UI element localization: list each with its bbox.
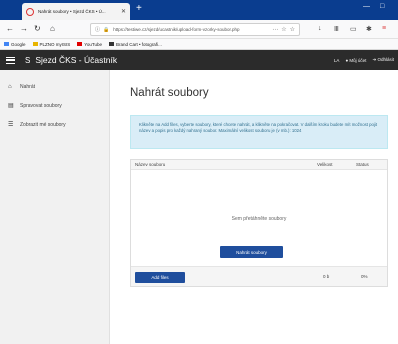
page-actions-icon[interactable]: ··· (272, 27, 278, 33)
sidebar-item-upload[interactable]: ⌂ Nahrát (0, 80, 109, 93)
browser-tab-strip: Nahrát soubory • Sjezd ČKS • Ú... ✕ + — … (0, 0, 398, 20)
total-progress: 0% (361, 274, 368, 279)
address-bar[interactable]: ⓘ 🔒 https://testiwe.cz/sjezd/ucastnik/up… (90, 23, 300, 36)
tab-title: Nahrát soubory • Sjezd ČKS • Ú... (38, 9, 106, 14)
back-icon[interactable]: ← (6, 24, 14, 34)
maximize-icon[interactable]: □ (380, 3, 384, 10)
navigation-bar: ← → ↻ ⌂ ⓘ 🔒 https://testiwe.cz/sjezd/uca… (0, 20, 398, 39)
add-files-button[interactable]: Add files (135, 272, 185, 283)
app-title[interactable]: Sjezd ČKS - Účastník (35, 55, 117, 65)
home-icon[interactable]: ⌂ (50, 24, 55, 34)
sidebar-item-manage-files[interactable]: ▤ Spravovat soubory (0, 99, 109, 112)
language-switch[interactable]: LA (334, 58, 340, 63)
sidebar-item-label: Spravovat soubory (20, 102, 62, 109)
list-icon: ☰ (8, 122, 14, 128)
sidebar-item-label: Zobrazit mé soubory (20, 121, 66, 128)
main-content: Nahrát soubory Klikněte na Add files, vy… (110, 70, 398, 344)
my-account-link[interactable]: ● Můj účet (345, 58, 366, 63)
user-icon: ● (345, 57, 349, 63)
uploader-footer: Add files 0 b 0% (131, 266, 387, 286)
app-header: S Sjezd ČKS - Účastník LA ● Můj účet ➜ O… (0, 50, 398, 70)
file-uploader: Název souboru Velikost Status Sem přetáh… (130, 159, 388, 287)
folder-icon (32, 42, 38, 46)
minimize-icon[interactable]: — (363, 3, 370, 10)
sidebar: ⌂ Nahrát ▤ Spravovat soubory ☰ Zobrazit … (0, 70, 110, 344)
home-icon: ⌂ (8, 83, 12, 90)
bookmark-star-icon[interactable]: ☆ (290, 26, 295, 33)
google-icon (4, 42, 9, 46)
hamburger-menu-icon[interactable] (6, 56, 15, 64)
bookmark-google[interactable]: Google (4, 42, 26, 47)
dropzone-text: Sem přetáhněte soubory (231, 216, 287, 222)
tab-close-icon[interactable]: ✕ (121, 8, 126, 15)
sidebar-item-my-files[interactable]: ☰ Zobrazit mé soubory (0, 118, 109, 131)
reload-icon[interactable]: ↻ (34, 24, 41, 34)
uploader-table-header: Název souboru Velikost Status (131, 160, 387, 170)
upload-files-button[interactable]: Nahrát soubory (220, 246, 283, 258)
column-filename: Název souboru (135, 162, 166, 167)
header-user-menu: LA ● Můj účet ➜ Odhlásit (334, 50, 394, 70)
browser-tab[interactable]: Nahrát soubory • Sjezd ČKS • Ú... ✕ (22, 3, 130, 20)
column-size: Velikost (317, 162, 333, 167)
url-text: https://testiwe.cz/sjezd/ucastnik/upload… (113, 27, 240, 32)
info-alert: Klikněte na Add files, vyberte soubory, … (130, 115, 388, 149)
menu-icon[interactable]: ≡ (382, 25, 386, 32)
logout-icon: ➜ (372, 57, 377, 62)
pocket-icon[interactable]: ☆ (281, 26, 286, 33)
firefox-favicon-icon (26, 7, 34, 16)
info-icon: ⓘ (95, 27, 101, 33)
bookmark-brand-cart[interactable]: Brand Cart • fotografi... (108, 42, 162, 47)
column-status: Status (356, 162, 369, 167)
bookmark-youtube[interactable]: YouTube (77, 42, 102, 47)
page-icon (108, 42, 114, 46)
new-tab-button[interactable]: + (136, 3, 142, 15)
downloads-icon[interactable]: ↓ (318, 25, 322, 32)
extension-icon[interactable]: ✱ (366, 25, 372, 33)
page-title: Nahrát soubory (130, 87, 209, 99)
sidebar-item-label: Nahrát (20, 83, 36, 90)
lock-icon: 🔒 (103, 26, 110, 33)
sidebar-toggle-icon[interactable]: ▭ (350, 25, 357, 33)
file-icon: ▤ (8, 103, 14, 109)
bookmark-plzno[interactable]: PLZNO myISIS (32, 42, 70, 47)
total-size: 0 b (323, 274, 330, 279)
bookmarks-bar: Google PLZNO myISIS YouTube Brand Cart •… (0, 39, 398, 50)
library-icon[interactable]: Ⅲ (334, 25, 339, 33)
app-logo: S (25, 55, 31, 65)
youtube-icon (77, 42, 83, 46)
forward-icon[interactable]: → (20, 24, 28, 34)
logout-link[interactable]: ➜ Odhlásit (372, 57, 394, 63)
